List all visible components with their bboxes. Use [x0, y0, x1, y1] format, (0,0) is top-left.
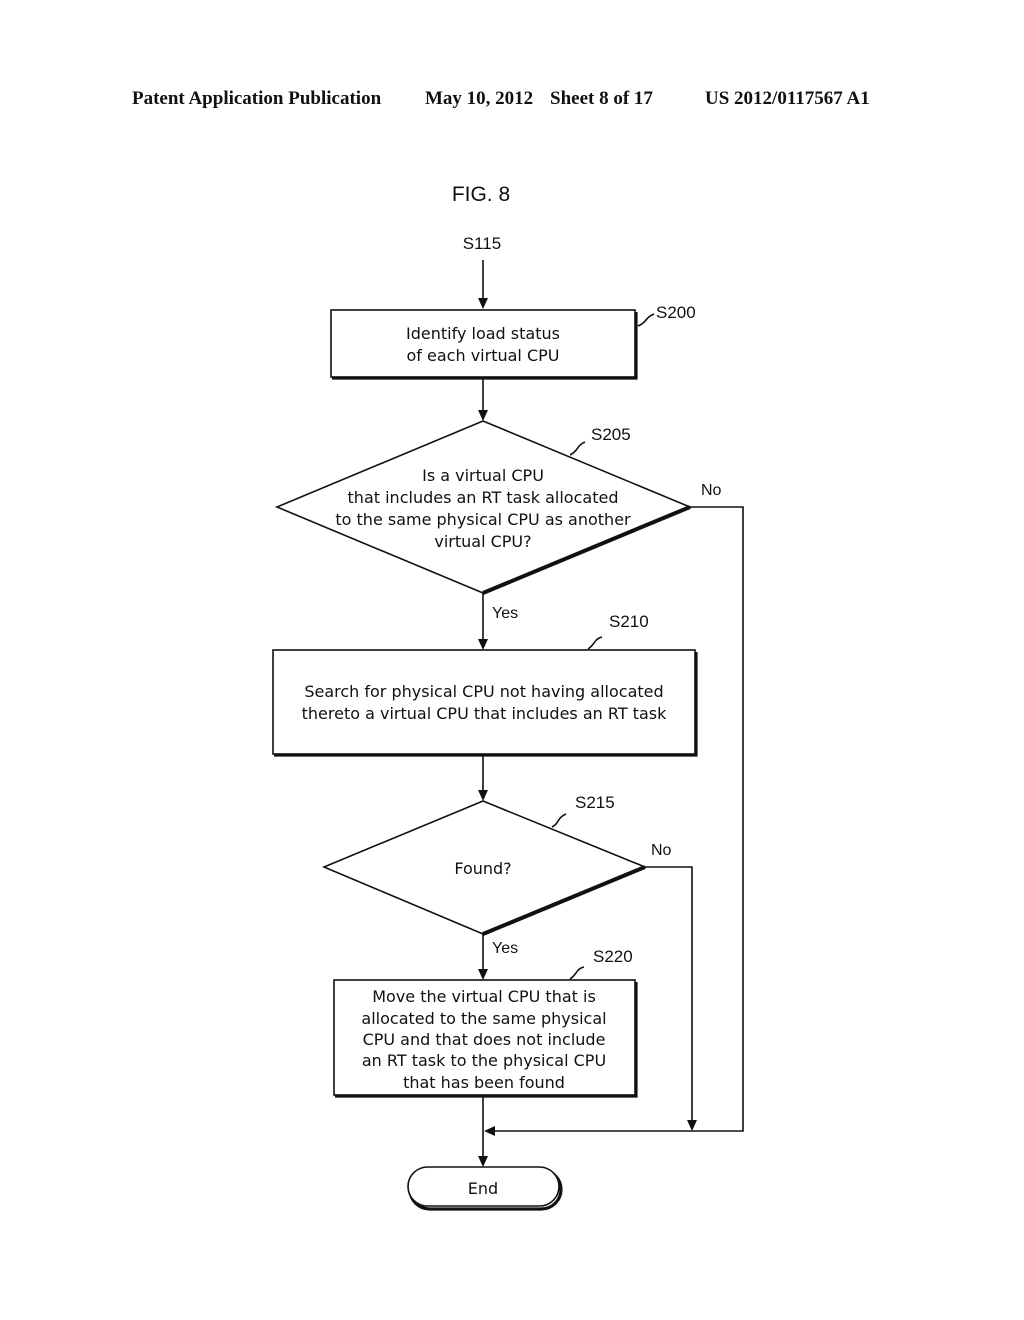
step-text-line: Search for physical CPU not having alloc…: [304, 682, 663, 701]
leader-squiggle: [587, 636, 603, 650]
step-text-line: CPU and that does not include: [363, 1030, 606, 1049]
arrowhead: [687, 1120, 697, 1131]
leader-squiggle: [551, 813, 567, 828]
step-text-line: Found?: [454, 859, 511, 878]
step-id: S215: [575, 793, 615, 812]
entry-label: S115: [463, 234, 501, 253]
end-label: End: [468, 1179, 498, 1198]
branch-label-no: No: [701, 482, 722, 499]
arrowhead: [478, 410, 488, 421]
step-s210: Search for physical CPU not having alloc…: [272, 612, 698, 757]
branch-label-yes: Yes: [492, 605, 518, 622]
step-text-line: that includes an RT task allocated: [348, 488, 619, 507]
step-text-line: Identify load status: [406, 324, 560, 343]
decision-diamond: [274, 420, 693, 594]
step-id: S210: [609, 612, 649, 631]
leader-squiggle: [637, 313, 655, 327]
step-s215: Found? S215: [321, 793, 648, 936]
arrowhead: [484, 1126, 495, 1136]
edge-s215-no: [645, 866, 693, 1124]
process-box: [272, 649, 696, 755]
process-box: [330, 309, 636, 378]
branch-label-yes: Yes: [492, 940, 518, 957]
step-id: S205: [591, 425, 631, 444]
step-text-line: thereto a virtual CPU that includes an R…: [302, 704, 667, 723]
step-text-line: Move the virtual CPU that is: [372, 987, 596, 1006]
step-text-line: of each virtual CPU: [407, 346, 560, 365]
arrowhead: [478, 1156, 488, 1167]
step-text-line: virtual CPU?: [434, 532, 531, 551]
step-text-line: that has been found: [403, 1073, 565, 1092]
step-id: S200: [656, 303, 696, 322]
step-s205: Is a virtual CPU that includes an RT tas…: [274, 420, 693, 595]
leader-squiggle: [569, 441, 586, 456]
arrowhead: [478, 639, 488, 650]
end-terminator: End: [407, 1166, 563, 1211]
branch-label-no: No: [651, 842, 672, 859]
leader-squiggle: [569, 966, 585, 980]
flowchart: FIG. 8 S115 Identify load status of each…: [272, 183, 744, 1211]
step-text-line: an RT task to the physical CPU: [362, 1051, 606, 1070]
arrowhead: [478, 790, 488, 801]
arrowhead: [478, 298, 488, 309]
figure-title: FIG. 8: [452, 183, 510, 206]
step-text-line: allocated to the same physical: [361, 1009, 606, 1028]
arrowhead: [478, 969, 488, 980]
step-text-line: Is a virtual CPU: [422, 466, 544, 485]
step-s200: Identify load status of each virtual CPU…: [330, 303, 696, 380]
step-text-line: to the same physical CPU as another: [335, 510, 631, 529]
step-id: S220: [593, 947, 633, 966]
